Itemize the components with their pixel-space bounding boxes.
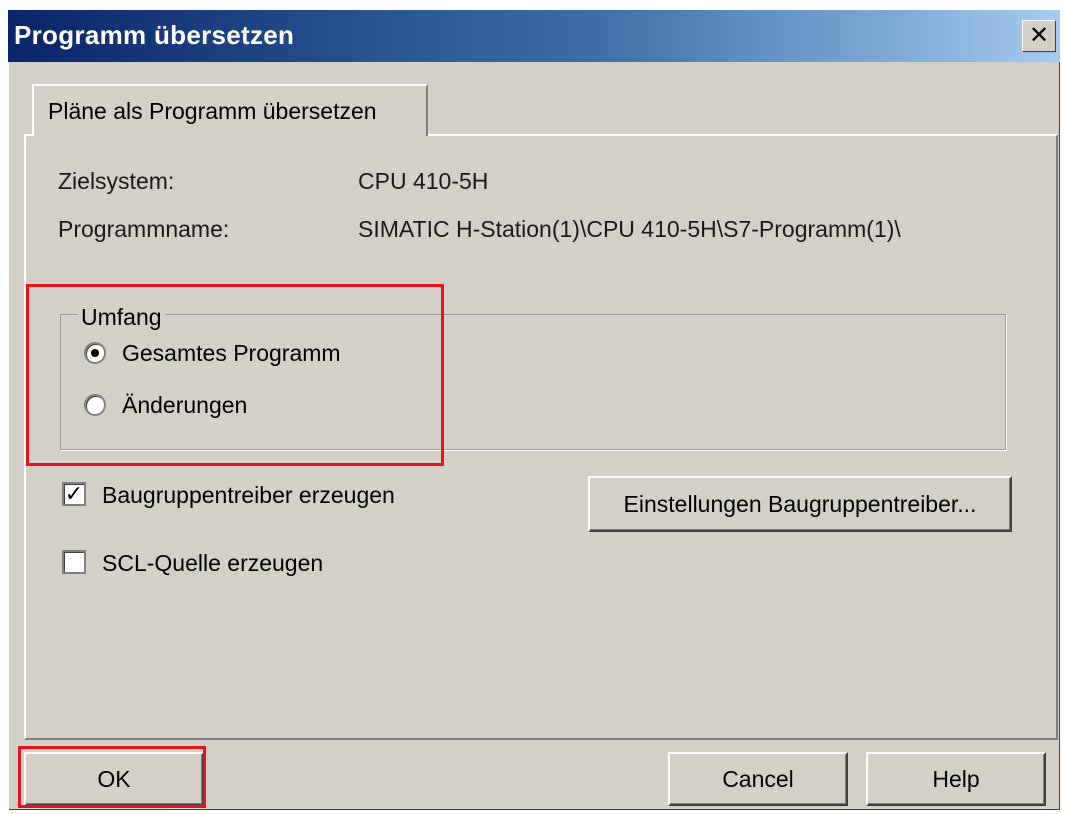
close-icon: ✕ bbox=[1028, 22, 1050, 49]
radio-selected-dot bbox=[91, 349, 99, 357]
radio-entire-program[interactable] bbox=[84, 342, 106, 364]
checkmark-icon: ✓ bbox=[64, 481, 84, 506]
tab-label: Pläne als Programm übersetzen bbox=[48, 98, 377, 124]
target-system-label: Zielsystem: bbox=[58, 168, 175, 194]
checkbox-module-driver-label[interactable]: Baugruppentreiber erzeugen bbox=[102, 482, 395, 509]
radio-entire-program-label[interactable]: Gesamtes Programm bbox=[122, 340, 341, 367]
driver-settings-button[interactable]: Einstellungen Baugruppentreiber... bbox=[588, 476, 1012, 532]
help-button[interactable]: Help bbox=[866, 752, 1046, 806]
title-bar[interactable]: Programm übersetzen ✕ bbox=[8, 10, 1060, 62]
cancel-button-label: Cancel bbox=[722, 765, 794, 792]
radio-changes[interactable] bbox=[84, 394, 106, 416]
program-name-value: SIMATIC H-Station(1)\CPU 410-5H\S7-Progr… bbox=[358, 216, 901, 242]
scope-groupbox bbox=[60, 314, 1006, 450]
tab-compile-charts[interactable]: Pläne als Programm übersetzen bbox=[32, 84, 428, 136]
program-name-label: Programmname: bbox=[58, 216, 230, 242]
target-system-value: CPU 410-5H bbox=[358, 168, 489, 194]
dialog-title: Programm übersetzen bbox=[14, 20, 295, 50]
radio-changes-label[interactable]: Änderungen bbox=[122, 392, 247, 419]
scope-legend: Umfang bbox=[78, 304, 165, 331]
checkbox-module-driver[interactable]: ✓ bbox=[62, 482, 86, 506]
checkbox-scl-source[interactable] bbox=[62, 550, 86, 574]
cancel-button[interactable]: Cancel bbox=[668, 752, 848, 806]
close-button[interactable]: ✕ bbox=[1022, 20, 1056, 52]
dialog-window: Programm übersetzen ✕ Pläne als Programm… bbox=[8, 10, 1060, 810]
ok-button-label: OK bbox=[97, 765, 131, 792]
ok-button[interactable]: OK bbox=[24, 752, 204, 806]
driver-settings-button-label: Einstellungen Baugruppentreiber... bbox=[623, 490, 977, 517]
checkbox-scl-source-label[interactable]: SCL-Quelle erzeugen bbox=[102, 550, 323, 577]
help-button-label: Help bbox=[932, 765, 980, 792]
